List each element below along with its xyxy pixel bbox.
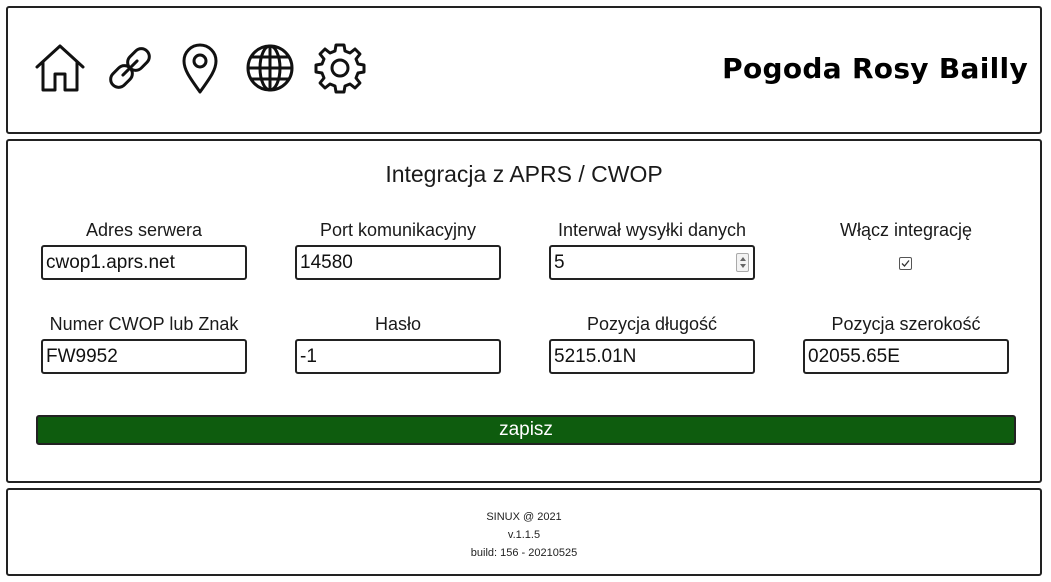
latitude-input[interactable]: 02055.65E	[803, 339, 1009, 374]
save-button[interactable]: zapisz	[36, 415, 1016, 445]
aprs-settings-panel: Integracja z APRS / CWOP Adres serwera c…	[6, 139, 1042, 483]
link-icon[interactable]	[102, 40, 158, 96]
latitude-field: Pozycja szerokość 02055.65E	[801, 313, 1011, 374]
password-field: Hasło -1	[293, 313, 503, 374]
globe-icon[interactable]	[242, 40, 298, 96]
port-field: Port komunikacyjny 14580	[293, 219, 503, 280]
number-spinner[interactable]	[736, 253, 749, 272]
site-title: Pogoda Rosy Bailly	[722, 52, 1028, 85]
password-label: Hasło	[374, 314, 422, 334]
interval-label: Interwał wysyłki danych	[557, 220, 747, 240]
server-input[interactable]: cwop1.aprs.net	[41, 245, 247, 280]
server-field: Adres serwera cwop1.aprs.net	[39, 219, 249, 280]
page-title: Integracja z APRS / CWOP	[385, 161, 663, 187]
port-input[interactable]: 14580	[295, 245, 501, 280]
server-label: Adres serwera	[85, 220, 203, 240]
build-text: build: 156 - 20210525	[470, 547, 578, 559]
password-input[interactable]: -1	[295, 339, 501, 374]
checkmark-icon	[901, 260, 910, 267]
callsign-input[interactable]: FW9952	[41, 339, 247, 374]
footer-panel: SINUX @ 2021 v.1.1.5 build: 156 - 202105…	[6, 488, 1042, 576]
interval-field: Interwał wysyłki danych 5	[547, 219, 757, 280]
enable-checkbox[interactable]	[899, 257, 912, 270]
copyright-text: SINUX @ 2021	[486, 511, 562, 523]
enable-label: Włącz integrację	[839, 220, 973, 240]
footer-info: SINUX @ 2021 v.1.1.5 build: 156 - 202105…	[8, 508, 1040, 562]
longitude-input[interactable]: 5215.01N	[549, 339, 755, 374]
location-pin-icon[interactable]	[172, 40, 228, 96]
nav-icons	[32, 40, 382, 96]
latitude-label: Pozycja szerokość	[831, 314, 981, 334]
interval-input[interactable]: 5	[549, 245, 755, 280]
port-label: Port komunikacyjny	[319, 220, 477, 240]
callsign-label: Numer CWOP lub Znak	[49, 314, 239, 334]
version-text: v.1.1.5	[507, 529, 541, 541]
header-panel: Pogoda Rosy Bailly	[6, 6, 1042, 134]
callsign-field: Numer CWOP lub Znak FW9952	[39, 313, 249, 374]
longitude-field: Pozycja długość 5215.01N	[547, 313, 757, 374]
interval-value: 5	[554, 252, 565, 273]
enable-field: Włącz integrację	[801, 219, 1011, 270]
gear-icon[interactable]	[312, 40, 368, 96]
home-icon[interactable]	[32, 40, 88, 96]
longitude-label: Pozycja długość	[586, 314, 718, 334]
